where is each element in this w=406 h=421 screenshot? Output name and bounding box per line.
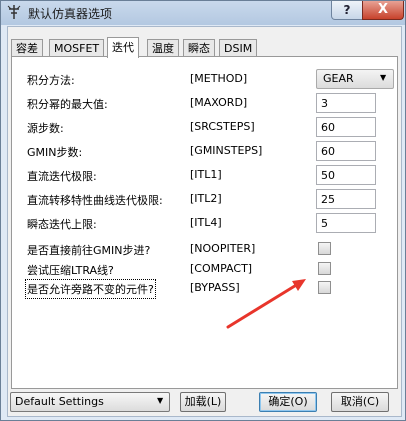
option-label: 尝试压缩LTRA线? <box>27 264 114 277</box>
tab-transient[interactable]: 瞬态 <box>183 39 215 57</box>
close-button[interactable]: X <box>362 1 404 20</box>
option-key: [ITL2] <box>190 192 222 205</box>
gminsteps-input[interactable] <box>316 141 376 161</box>
option-key: [ITL4] <box>190 216 222 229</box>
option-label: 直流转移特性曲线迭代极限: <box>27 194 163 207</box>
option-key: [ITL1] <box>190 168 222 181</box>
option-label: 积分方法: <box>27 74 75 87</box>
iteration-panel: 积分方法: [METHOD] GEAR ▼ 积分幂的最大值: [MAXORD] … <box>11 56 398 389</box>
itl2-input[interactable] <box>316 189 376 209</box>
compact-checkbox[interactable] <box>318 262 331 275</box>
option-row-itl4: 瞬态迭代上限: [ITL4] <box>12 213 397 233</box>
option-label: 直流迭代极限: <box>27 170 97 183</box>
method-select-value: GEAR <box>323 72 354 85</box>
dialog-body: 容差 MOSFET 迭代 温度 瞬态 DSIM 积分方法: [METHOD] G… <box>7 26 402 417</box>
window-title: 默认仿真器选项 <box>28 7 113 21</box>
option-key: [BYPASS] <box>190 281 240 294</box>
simulator-app-icon <box>7 5 21 19</box>
option-row-gminsteps: GMIN步数: [GMINSTEPS] <box>12 141 397 161</box>
option-row-itl2: 直流转移特性曲线迭代极限: [ITL2] <box>12 189 397 209</box>
option-label: 瞬态迭代上限: <box>27 218 97 231</box>
bypass-checkbox[interactable] <box>318 281 331 294</box>
option-row-noopiter: 是否直接前往GMIN步进? [NOOPITER] <box>12 239 397 259</box>
dropdown-arrow-icon: ▼ <box>157 396 164 405</box>
dropdown-arrow-icon: ▼ <box>380 73 387 82</box>
option-label: 源步数: <box>27 122 64 135</box>
load-button[interactable]: 加载(L) <box>180 392 226 412</box>
tab-tolerance[interactable]: 容差 <box>11 39 43 57</box>
option-row-compact: 尝试压缩LTRA线? [COMPACT] <box>12 259 397 279</box>
tab-temperature[interactable]: 温度 <box>147 39 179 57</box>
title-bar[interactable]: 默认仿真器选项 ? X <box>1 1 405 25</box>
help-button[interactable]: ? <box>331 1 363 20</box>
option-key: [SRCSTEPS] <box>190 120 255 133</box>
noopiter-checkbox[interactable] <box>318 242 331 255</box>
option-row-itl1: 直流迭代极限: [ITL1] <box>12 165 397 185</box>
option-label: 是否直接前往GMIN步进? <box>27 244 151 257</box>
tab-iteration[interactable]: 迭代 <box>107 37 139 58</box>
itl1-input[interactable] <box>316 165 376 185</box>
maxord-input[interactable] <box>316 93 376 113</box>
option-key: [MAXORD] <box>190 96 248 109</box>
option-label: 积分幂的最大值: <box>27 98 108 111</box>
option-key: [METHOD] <box>190 72 248 85</box>
cancel-button[interactable]: 取消(C) <box>331 392 389 412</box>
itl4-input[interactable] <box>316 213 376 233</box>
dialog-window: 默认仿真器选项 ? X 容差 MOSFET 迭代 温度 瞬态 DSIM 积分方法… <box>0 0 406 421</box>
option-label: GMIN步数: <box>27 146 83 159</box>
settings-select[interactable]: Default Settings ▼ <box>10 392 170 412</box>
option-label: 是否允许旁路不变的元件? <box>25 279 156 299</box>
tab-mosfet[interactable]: MOSFET <box>49 39 105 57</box>
ok-button[interactable]: 确定(O) <box>259 392 317 412</box>
option-row-srcsteps: 源步数: [SRCSTEPS] <box>12 117 397 137</box>
method-select[interactable]: GEAR ▼ <box>316 69 394 89</box>
option-key: [COMPACT] <box>190 262 253 275</box>
option-row-maxord: 积分幂的最大值: [MAXORD] <box>12 93 397 113</box>
option-key: [GMINSTEPS] <box>190 144 263 157</box>
option-row-method: 积分方法: [METHOD] GEAR ▼ <box>12 69 397 89</box>
srcsteps-input[interactable] <box>316 117 376 137</box>
option-key: [NOOPITER] <box>190 242 256 255</box>
tab-dsim[interactable]: DSIM <box>219 39 258 57</box>
settings-select-value: Default Settings <box>15 395 104 408</box>
option-row-bypass: 是否允许旁路不变的元件? [BYPASS] <box>12 278 397 299</box>
